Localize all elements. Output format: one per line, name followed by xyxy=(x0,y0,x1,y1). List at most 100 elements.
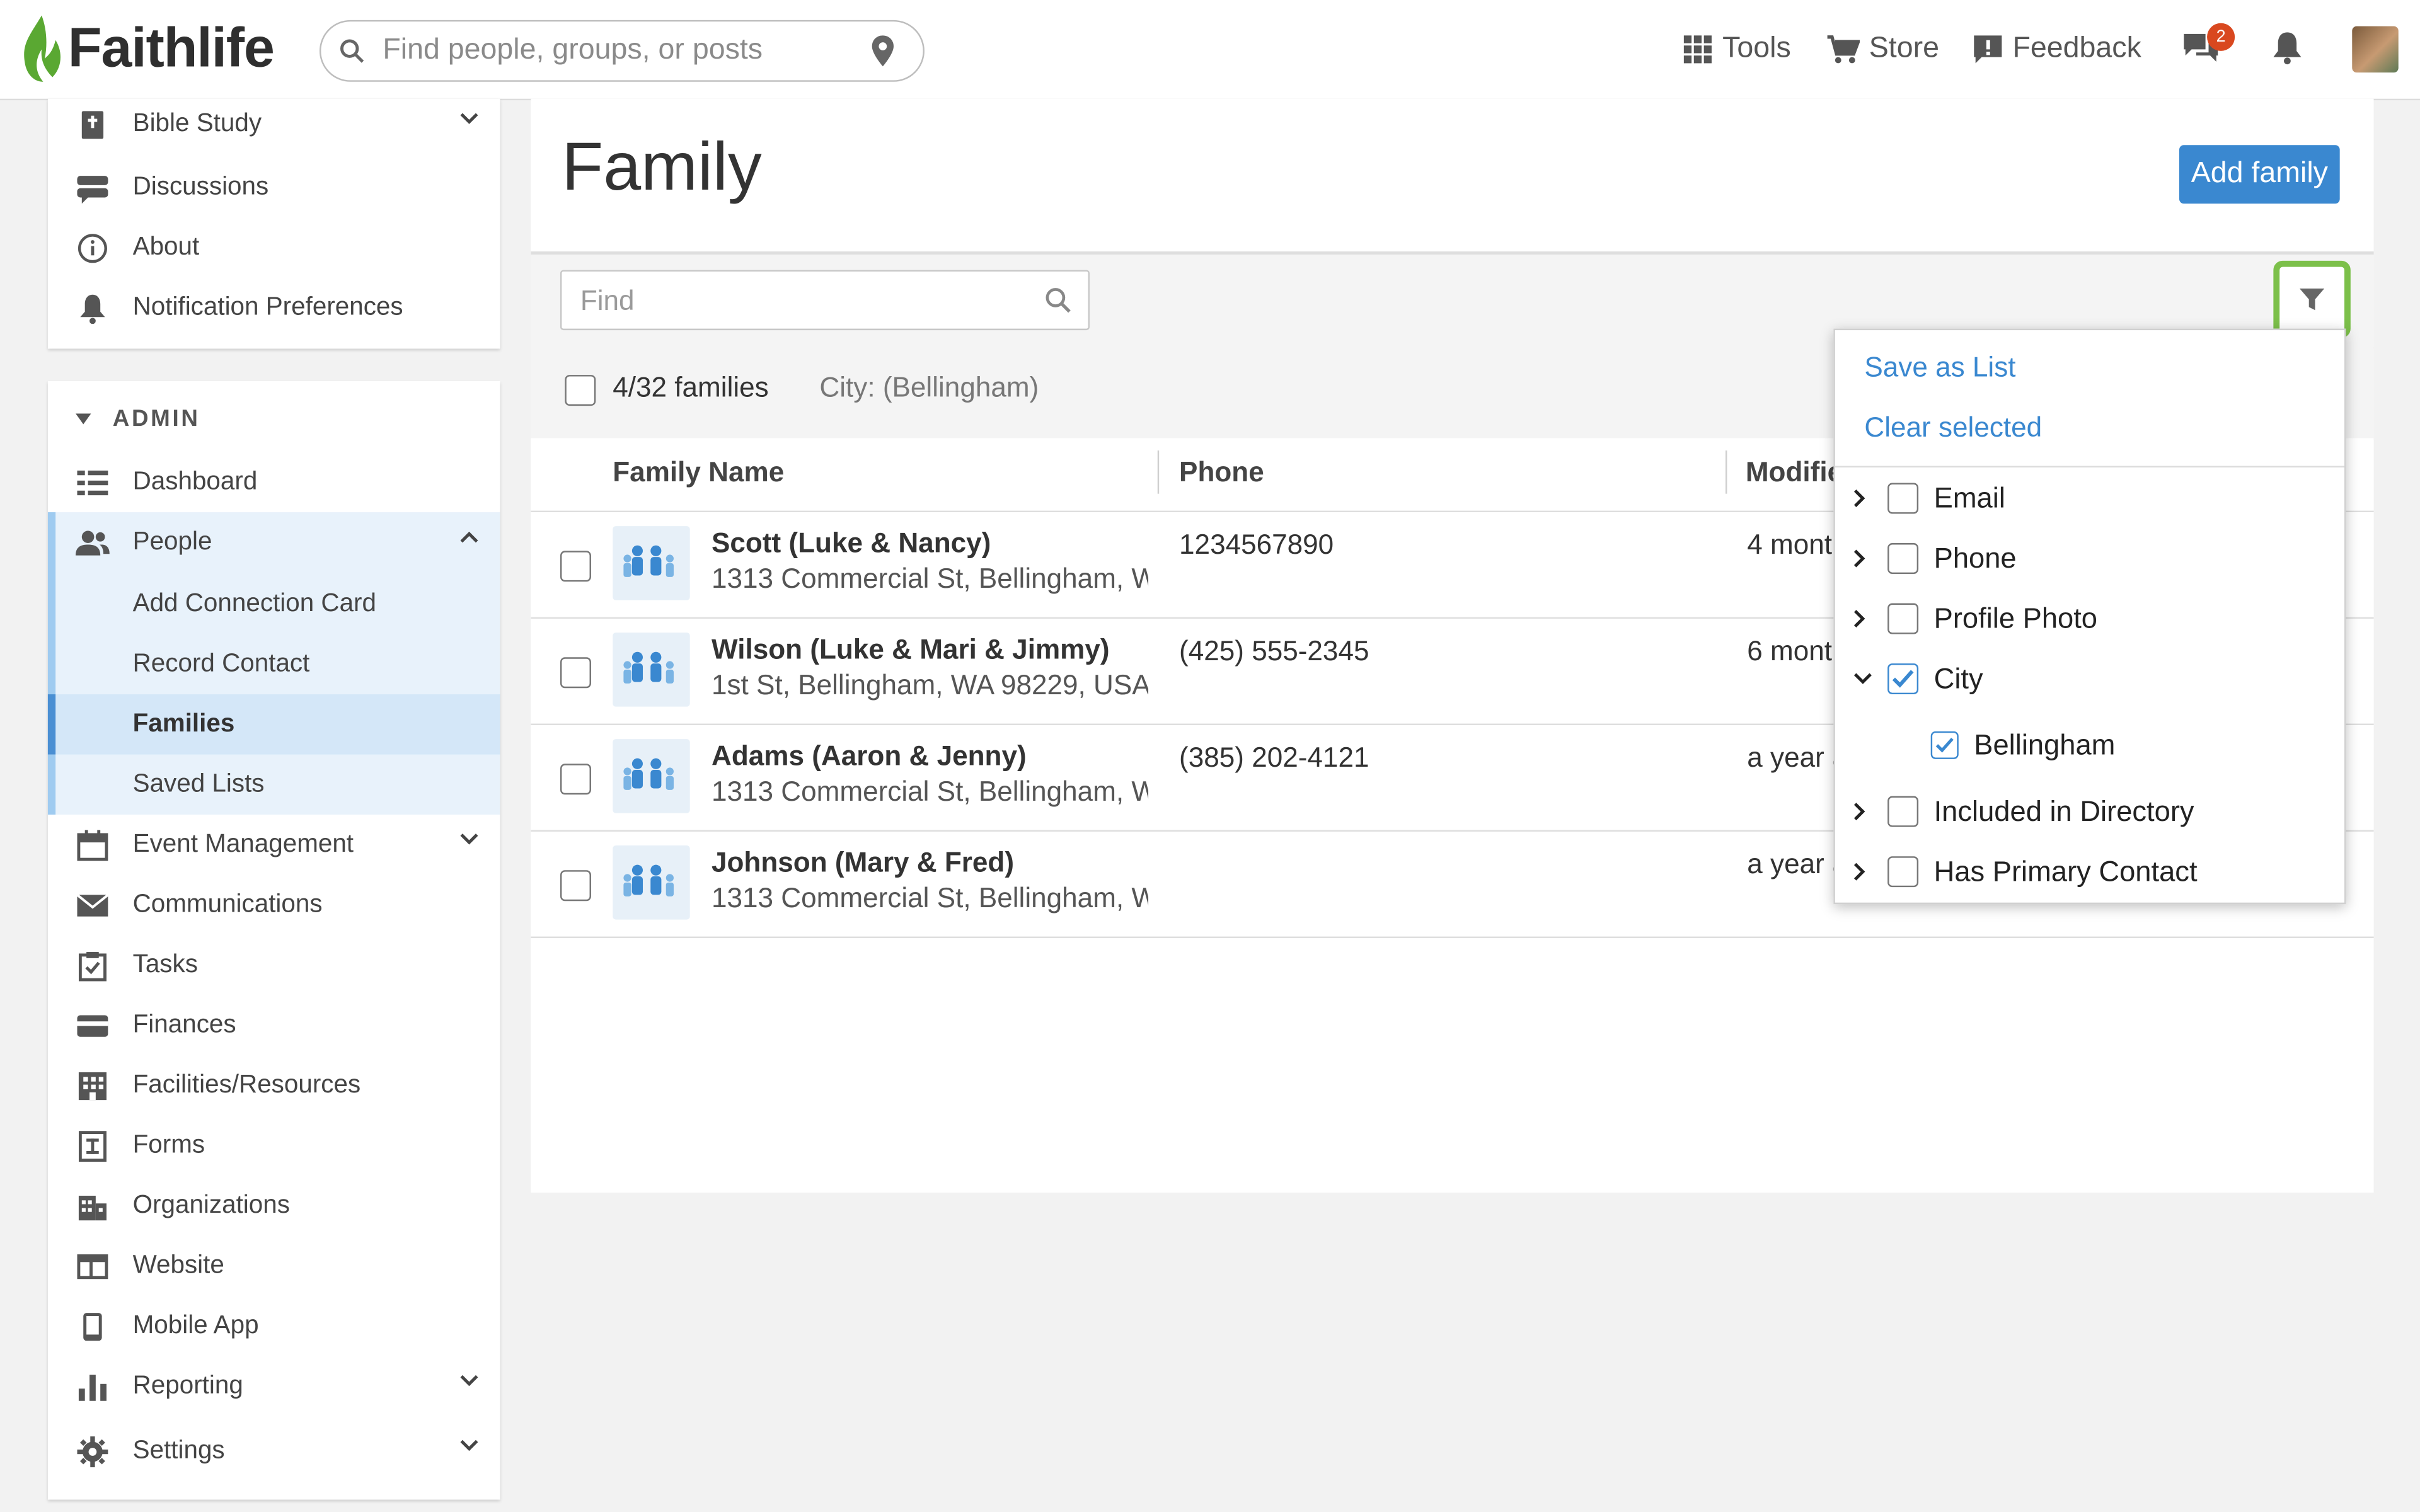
filter-checkbox[interactable] xyxy=(1887,483,1919,514)
sidebar-item-bible-study[interactable]: Bible Study xyxy=(48,94,500,154)
sidebar-item-mobile-app[interactable]: Mobile App xyxy=(48,1296,500,1356)
filter-checkbox[interactable] xyxy=(1887,543,1919,575)
family-name[interactable]: Adams (Aaron & Jenny) xyxy=(712,741,1027,773)
sidebar-item-people[interactable]: People xyxy=(48,512,500,573)
chevron-right-icon[interactable] xyxy=(1853,802,1875,821)
column-header-family-name[interactable]: Family Name xyxy=(613,457,784,489)
chevron-right-icon[interactable] xyxy=(1853,862,1875,881)
sidebar-item-settings[interactable]: Settings xyxy=(48,1421,500,1482)
gear-icon xyxy=(76,1434,110,1468)
add-family-button[interactable]: Add family xyxy=(2179,145,2340,204)
family-group-icon xyxy=(613,845,690,920)
filter-checkbox[interactable] xyxy=(1887,796,1919,827)
credit-card-icon xyxy=(76,1008,110,1042)
filter-option-email[interactable]: Email xyxy=(1835,471,2344,526)
sidebar-item-about[interactable]: About xyxy=(48,217,500,278)
filter-option-label: Has Primary Contact xyxy=(1933,854,2198,888)
checkmark-icon xyxy=(1935,738,1954,753)
row-checkbox[interactable] xyxy=(560,870,591,902)
sidebar-sub-saved-lists[interactable]: Saved Lists xyxy=(48,755,500,815)
sidebar-item-label: Facilities/Resources xyxy=(132,1070,361,1099)
row-checkbox[interactable] xyxy=(560,657,591,689)
family-name[interactable]: Wilson (Luke & Mari & Jimmy) xyxy=(712,634,1110,667)
filter-option-included-in-directory[interactable]: Included in Directory xyxy=(1835,784,2344,839)
sidebar-item-organizations[interactable]: Organizations xyxy=(48,1176,500,1236)
user-avatar[interactable] xyxy=(2352,26,2399,73)
chevron-down-icon[interactable] xyxy=(460,1440,478,1452)
family-count-label: 4/32 families xyxy=(613,372,769,403)
save-as-list-link[interactable]: Save as List xyxy=(1864,352,2015,384)
building-grid-icon xyxy=(76,1068,110,1102)
sidebar-item-label: Reporting xyxy=(132,1372,243,1400)
sidebar-item-label: Forms xyxy=(132,1131,205,1159)
column-header-phone[interactable]: Phone xyxy=(1179,457,1264,489)
sidebar-item-label: Event Management xyxy=(132,830,354,858)
sidebar-item-label: Settings xyxy=(132,1436,225,1465)
filter-option-has-primary-contact[interactable]: Has Primary Contact xyxy=(1835,844,2344,900)
filter-checkbox[interactable] xyxy=(1887,603,1919,634)
sidebar-sub-families[interactable]: Families xyxy=(48,694,500,755)
envelope-icon xyxy=(76,888,110,922)
sidebar-item-event-management[interactable]: Event Management xyxy=(48,815,500,875)
sidebar-item-forms[interactable]: Forms xyxy=(48,1116,500,1176)
filter-button[interactable] xyxy=(2273,260,2351,338)
sidebar-sub-add-connection-card[interactable]: Add Connection Card xyxy=(48,574,500,634)
filter-option-profile-photo[interactable]: Profile Photo xyxy=(1835,591,2344,646)
admin-section-toggle[interactable]: ADMIN xyxy=(76,406,200,432)
chevron-down-icon[interactable] xyxy=(1853,673,1875,685)
notifications-button[interactable] xyxy=(2272,31,2303,72)
faithlife-logo[interactable]: Faithlife xyxy=(18,9,275,86)
sidebar-item-communications[interactable]: Communications xyxy=(48,875,500,936)
sidebar-item-facilities-resources[interactable]: Facilities/Resources xyxy=(48,1055,500,1116)
row-checkbox[interactable] xyxy=(560,551,591,582)
filter-checkbox-checked[interactable] xyxy=(1887,663,1919,695)
page-title: Family xyxy=(562,129,762,205)
chevron-right-icon[interactable] xyxy=(1853,549,1875,568)
chevron-up-icon[interactable] xyxy=(460,530,478,543)
chevron-down-icon[interactable] xyxy=(460,833,478,845)
chevron-right-icon[interactable] xyxy=(1853,489,1875,508)
feedback-menu[interactable]: Feedback xyxy=(1973,25,2141,74)
clear-selected-link[interactable]: Clear selected xyxy=(1864,412,2042,444)
global-search[interactable] xyxy=(319,20,925,82)
chevron-right-icon[interactable] xyxy=(1853,609,1875,628)
family-group-icon xyxy=(613,633,690,707)
sidebar-item-dashboard[interactable]: Dashboard xyxy=(48,452,500,513)
family-name[interactable]: Scott (Luke & Nancy) xyxy=(712,528,991,560)
filter-option-city[interactable]: City xyxy=(1835,651,2344,706)
sidebar-item-discussions[interactable]: Discussions xyxy=(48,158,500,218)
bar-chart-icon xyxy=(76,1369,110,1403)
find-search-box[interactable] xyxy=(560,270,1090,331)
sidebar-item-finances[interactable]: Finances xyxy=(48,995,500,1056)
family-address: 1313 Commercial St, Bellingham, WA xyxy=(711,563,1149,594)
location-pin-icon[interactable] xyxy=(870,34,895,68)
filter-suboption-bellingham[interactable]: Bellingham xyxy=(1835,718,2344,773)
store-menu[interactable]: Store xyxy=(1826,25,1939,74)
bell-icon xyxy=(76,291,110,325)
sidebar-item-label: Mobile App xyxy=(132,1311,259,1339)
sidebar-sub-record-contact[interactable]: Record Contact xyxy=(48,634,500,695)
filter-checkbox[interactable] xyxy=(1887,856,1919,888)
sidebar-item-reporting[interactable]: Reporting xyxy=(48,1356,500,1417)
family-name[interactable]: Johnson (Mary & Fred) xyxy=(712,847,1014,879)
find-input[interactable] xyxy=(577,280,1016,321)
sidebar-item-label: About xyxy=(132,232,200,261)
global-search-input[interactable] xyxy=(379,30,849,71)
sidebar-sub-label: Families xyxy=(132,709,235,738)
select-all-checkbox[interactable] xyxy=(565,375,596,406)
filter-option-phone[interactable]: Phone xyxy=(1835,530,2344,586)
calendar-icon xyxy=(76,828,110,862)
chevron-down-icon[interactable] xyxy=(460,1375,478,1387)
top-header: Faithlife Tools Store xyxy=(0,0,2420,101)
tools-menu[interactable]: Tools xyxy=(1682,25,1791,74)
sidebar-item-website[interactable]: Website xyxy=(48,1236,500,1297)
filter-option-label: City xyxy=(1933,662,1983,695)
sidebar-item-label: Communications xyxy=(132,890,323,919)
chevron-down-icon[interactable] xyxy=(460,113,478,125)
row-checkbox[interactable] xyxy=(560,764,591,795)
sidebar-item-notification-preferences[interactable]: Notification Preferences xyxy=(48,278,500,338)
filter-checkbox-checked[interactable] xyxy=(1930,731,1959,759)
filter-option-label: Included in Directory xyxy=(1933,794,2194,827)
column-header-modified[interactable]: Modifie xyxy=(1746,457,1843,489)
sidebar-item-tasks[interactable]: Tasks xyxy=(48,935,500,995)
